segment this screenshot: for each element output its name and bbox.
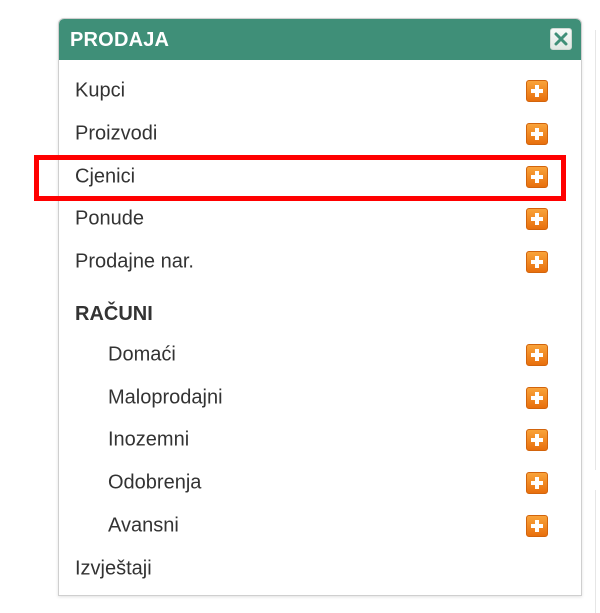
menu-item-label: Maloprodajni [108, 386, 223, 409]
plus-icon[interactable] [526, 166, 548, 188]
menu-item-label: Proizvodi [75, 122, 158, 145]
plus-icon[interactable] [526, 387, 548, 409]
divider [595, 30, 596, 470]
menu-item-maloprodajni[interactable]: Maloprodajni [59, 378, 581, 418]
close-button[interactable] [550, 28, 572, 50]
plus-icon[interactable] [526, 429, 548, 451]
panel-title: PRODAJA [70, 29, 170, 51]
menu-item-label: Domaći [108, 343, 176, 366]
plus-icon[interactable] [526, 472, 548, 494]
menu-item-izvjestaji[interactable]: Izvještaji [59, 549, 581, 589]
plus-icon[interactable] [526, 208, 548, 230]
menu-item-label: Cjenici [75, 165, 136, 188]
menu-item-kupci[interactable]: Kupci [59, 71, 581, 111]
menu-item-label: Inozemni [108, 428, 190, 451]
plus-icon[interactable] [526, 123, 548, 145]
plus-icon[interactable] [526, 515, 548, 537]
menu-item-ponude[interactable]: Ponude [59, 199, 581, 239]
menu-item-inozemni[interactable]: Inozemni [59, 420, 581, 460]
menu-item-odobrenja[interactable]: Odobrenja [59, 463, 581, 503]
menu-item-label: Ponude [75, 207, 144, 230]
menu-item-label: Odobrenja [108, 471, 202, 494]
plus-icon[interactable] [526, 251, 548, 273]
page: PRODAJA Kupci Proizvodi Cjenici Ponude P… [0, 0, 600, 613]
menu-item-cjenici[interactable]: Cjenici [59, 157, 581, 197]
menu-item-label: Prodajne nar. [75, 250, 194, 273]
menu-item-label: Avansni [108, 514, 179, 537]
section-heading-racuni: RAČUNI [75, 303, 153, 325]
menu-item-prodajne-nar[interactable]: Prodajne nar. [59, 242, 581, 282]
menu-item-domaci[interactable]: Domaći [59, 335, 581, 375]
panel-header: PRODAJA [59, 19, 581, 60]
plus-icon[interactable] [526, 80, 548, 102]
menu-item-label: Kupci [75, 79, 126, 102]
menu-item-label: Izvještaji [75, 557, 152, 580]
plus-icon[interactable] [526, 344, 548, 366]
divider [595, 490, 596, 613]
sales-panel: PRODAJA Kupci Proizvodi Cjenici Ponude P… [58, 18, 582, 596]
menu-item-avansni[interactable]: Avansni [59, 506, 581, 546]
menu-item-proizvodi[interactable]: Proizvodi [59, 114, 581, 154]
